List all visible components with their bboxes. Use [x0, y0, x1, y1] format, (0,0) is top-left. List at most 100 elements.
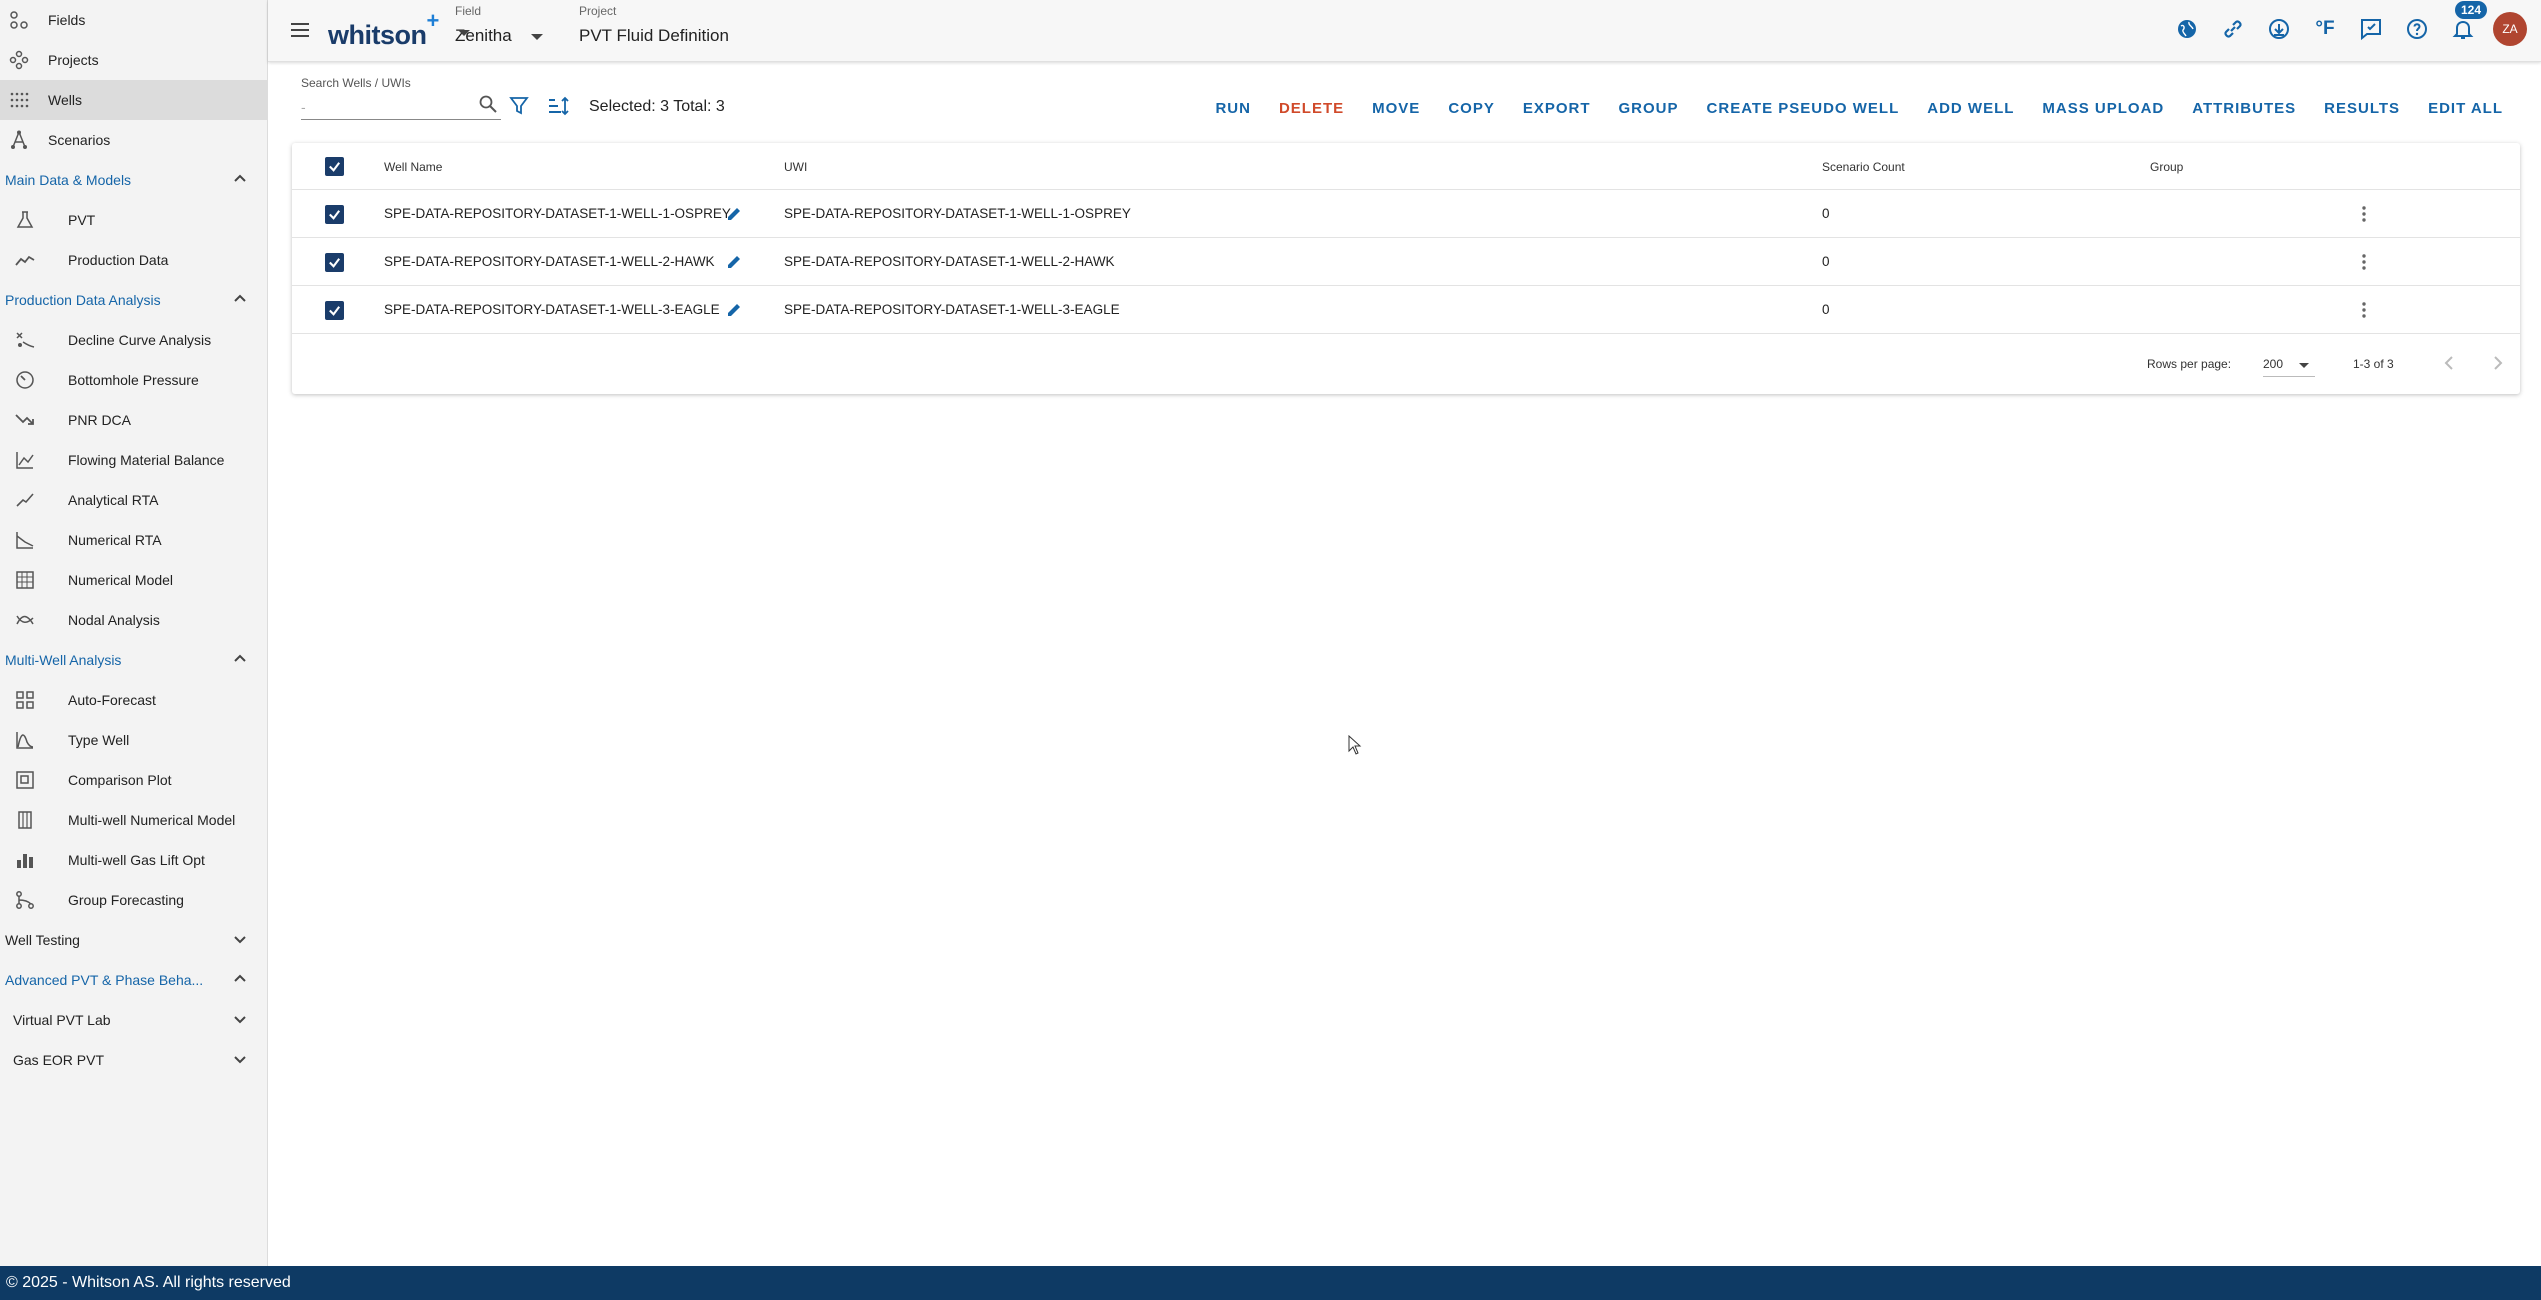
sidebar-item-bottomhole-pressure[interactable]: Bottomhole Pressure: [0, 360, 267, 400]
section-multi-well-analysis[interactable]: Multi-Well Analysis: [0, 640, 267, 680]
sidebar-item-numerical-model[interactable]: Numerical Model: [0, 560, 267, 600]
move-button[interactable]: MOVE: [1358, 96, 1434, 121]
more-vert-icon[interactable]: [2354, 204, 2374, 224]
link-icon[interactable]: [2217, 13, 2249, 45]
chevron-right-icon[interactable]: [2488, 353, 2508, 373]
create-pseudo-well-button[interactable]: CREATE PSEUDO WELL: [1693, 96, 1914, 121]
section-advanced-pvt[interactable]: Advanced PVT & Phase Beha...: [0, 960, 267, 1000]
sidebar-item-nodal-analysis[interactable]: Nodal Analysis: [0, 600, 267, 640]
row-checkbox[interactable]: [325, 253, 344, 272]
column-header-uwi[interactable]: UWI: [784, 160, 807, 174]
sidebar-item-label: Fields: [48, 12, 86, 28]
sidebar-item-analytical-rta[interactable]: Analytical RTA: [0, 480, 267, 520]
run-button[interactable]: RUN: [1201, 96, 1265, 121]
more-vert-icon[interactable]: [2354, 252, 2374, 272]
sidebar-item-label: Scenarios: [48, 132, 111, 148]
section-title: Advanced PVT & Phase Beha...: [5, 972, 204, 988]
group-button[interactable]: GROUP: [1605, 96, 1693, 121]
table-pagination: Rows per page: 200 1-3 of 3: [292, 333, 2520, 393]
section-well-testing[interactable]: Well Testing: [0, 920, 267, 960]
notification-badge: 124: [2454, 1, 2487, 19]
sidebar-item-decline-curve-analysis[interactable]: Decline Curve Analysis: [0, 320, 267, 360]
sidebar-item-label: Projects: [48, 52, 99, 68]
table-row[interactable]: SPE-DATA-REPOSITORY-DATASET-1-WELL-1-OSP…: [292, 190, 2520, 238]
sidebar-item-numerical-rta[interactable]: Numerical RTA: [0, 520, 267, 560]
column-header-well-name[interactable]: Well Name: [384, 160, 442, 174]
scenario-count-cell: 0: [1822, 206, 1830, 221]
sidebar-item-fields[interactable]: Fields: [0, 0, 267, 40]
chevron-left-icon[interactable]: [2439, 353, 2459, 373]
globe-icon[interactable]: [2171, 13, 2203, 45]
export-button[interactable]: EXPORT: [1509, 96, 1605, 121]
sidebar-item-type-well[interactable]: Type Well: [0, 720, 267, 760]
search-input[interactable]: [301, 94, 501, 120]
sidebar-item-scenarios[interactable]: Scenarios: [0, 120, 267, 160]
sidebar-item-pvt[interactable]: PVT: [0, 200, 267, 240]
project-selector[interactable]: Project PVT Fluid Definition: [458, 4, 799, 46]
sidebar-item-label: Analytical RTA: [68, 492, 159, 508]
sidebar-item-group-forecasting[interactable]: Group Forecasting: [0, 880, 267, 920]
sidebar-item-flowing-material-balance[interactable]: Flowing Material Balance: [0, 440, 267, 480]
check-icon: [329, 258, 341, 268]
copy-button[interactable]: COPY: [1434, 96, 1509, 121]
add-well-button[interactable]: ADD WELL: [1913, 96, 2028, 121]
sort-icon[interactable]: [546, 94, 570, 118]
edit-pencil-icon[interactable]: [726, 254, 742, 270]
sidebar-item-multi-well-numerical-model[interactable]: Multi-well Numerical Model: [0, 800, 267, 840]
section-title: Production Data Analysis: [5, 292, 161, 308]
chevron-up-icon: [231, 650, 249, 671]
sidebar-item-production-data[interactable]: Production Data: [0, 240, 267, 280]
uwi-cell: SPE-DATA-REPOSITORY-DATASET-1-WELL-2-HAW…: [784, 254, 1115, 269]
section-virtual-pvt-lab[interactable]: Virtual PVT Lab: [0, 1000, 267, 1040]
help-icon[interactable]: [2401, 13, 2433, 45]
row-checkbox[interactable]: [325, 301, 344, 320]
sidebar-item-label: Multi-well Gas Lift Opt: [68, 852, 205, 868]
section-gas-eor-pvt[interactable]: Gas EOR PVT: [0, 1040, 267, 1080]
logo-text: whitson: [328, 20, 427, 50]
attributes-button[interactable]: ATTRIBUTES: [2178, 96, 2310, 121]
select-all-checkbox[interactable]: [325, 157, 344, 176]
field-selector[interactable]: Field Zenitha: [455, 4, 555, 46]
sidebar-item-label: Auto-Forecast: [68, 692, 156, 708]
sidebar-item-auto-forecast[interactable]: Auto-Forecast: [0, 680, 267, 720]
more-vert-icon[interactable]: [2354, 300, 2374, 320]
bar-chart-icon: [14, 849, 36, 871]
sidebar-item-wells[interactable]: Wells: [0, 80, 267, 120]
mouse-cursor-icon: [1348, 735, 1362, 755]
search-icon[interactable]: [478, 94, 498, 114]
sidebar-item-multi-well-gas-lift-opt[interactable]: Multi-well Gas Lift Opt: [0, 840, 267, 880]
edit-pencil-icon[interactable]: [726, 206, 742, 222]
grid-building-icon: [14, 569, 36, 591]
chevron-up-icon: [231, 290, 249, 311]
crossing-curves-icon: [14, 609, 36, 631]
chart-line-icon: [14, 449, 36, 471]
flask-icon: [14, 209, 36, 231]
column-header-group[interactable]: Group: [2150, 160, 2183, 174]
column-header-scenario-count[interactable]: Scenario Count: [1822, 160, 1905, 174]
filter-icon[interactable]: [508, 94, 530, 116]
download-icon[interactable]: [2263, 13, 2295, 45]
section-main-data-models[interactable]: Main Data & Models: [0, 160, 267, 200]
section-production-data-analysis[interactable]: Production Data Analysis: [0, 280, 267, 320]
menu-icon[interactable]: [288, 18, 312, 42]
wells-table: Well Name UWI Scenario Count Group SPE-D…: [292, 143, 2520, 394]
mass-upload-button[interactable]: MASS UPLOAD: [2028, 96, 2178, 121]
compare-icon: [14, 769, 36, 791]
section-title: Main Data & Models: [5, 172, 132, 188]
sidebar-item-projects[interactable]: Projects: [0, 40, 267, 80]
delete-button[interactable]: DELETE: [1265, 96, 1358, 121]
table-row[interactable]: SPE-DATA-REPOSITORY-DATASET-1-WELL-2-HAW…: [292, 238, 2520, 286]
sidebar-item-comparison-plot[interactable]: Comparison Plot: [0, 760, 267, 800]
table-row[interactable]: SPE-DATA-REPOSITORY-DATASET-1-WELL-3-EAG…: [292, 286, 2520, 334]
sidebar-item-pnr-dca[interactable]: PNR DCA: [0, 400, 267, 440]
temperature-unit-toggle[interactable]: °F: [2309, 13, 2341, 45]
row-checkbox[interactable]: [325, 205, 344, 224]
section-title: Virtual PVT Lab: [13, 1012, 111, 1028]
edit-pencil-icon[interactable]: [726, 302, 742, 318]
avatar[interactable]: ZA: [2493, 12, 2527, 46]
feedback-icon[interactable]: [2355, 13, 2387, 45]
action-bar: RUN DELETE MOVE COPY EXPORT GROUP CREATE…: [1201, 96, 2517, 121]
notifications-button[interactable]: 124: [2447, 1, 2487, 45]
results-button[interactable]: RESULTS: [2310, 96, 2414, 121]
edit-all-button[interactable]: EDIT ALL: [2414, 96, 2517, 121]
